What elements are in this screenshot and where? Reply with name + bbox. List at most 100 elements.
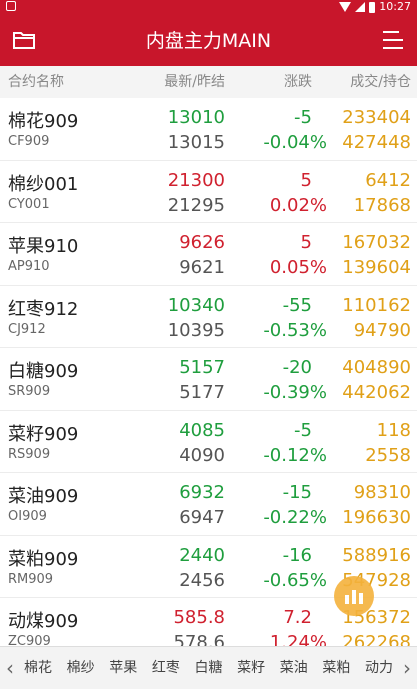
category-tab[interactable]: 菜粕 <box>322 647 350 689</box>
page-title: 内盘主力MAIN <box>145 30 272 52</box>
prev-settle: 10395 <box>167 319 225 341</box>
last-price: 4085 <box>179 419 225 441</box>
contract-name: 白糖909 <box>8 361 79 382</box>
contract-name: 棉纱001 <box>8 173 79 195</box>
contract-code: RM909 <box>8 571 54 587</box>
prev-settle: 4090 <box>179 444 225 466</box>
signal-icon <box>355 2 366 12</box>
contract-code: ZC909 <box>8 634 51 646</box>
col-volume[interactable]: 成交/持仓 <box>350 66 411 98</box>
category-tab[interactable]: 红枣 <box>152 647 180 689</box>
category-tab[interactable]: 菜油 <box>280 647 308 689</box>
col-price[interactable]: 最新/昨结 <box>164 66 225 98</box>
open-interest: 262268 <box>342 632 411 646</box>
volume: 233404 <box>342 107 411 128</box>
volume: 588916 <box>342 544 411 566</box>
category-tab[interactable]: 棉花 <box>24 647 52 689</box>
quote-row[interactable]: 红枣912 CJ912 10340 10395 -55 -0.53% 110162 94790 <box>0 285 417 348</box>
contract-code: OI909 <box>8 509 47 524</box>
category-tab[interactable]: 白糖 <box>195 647 223 689</box>
quote-row[interactable]: 菜籽909 RS909 4085 4090 -5 -0.12% 118 2558 <box>0 410 417 473</box>
contract-name: 动煤909 <box>8 611 79 632</box>
contract-code: SR909 <box>8 384 51 399</box>
last-price: 13010 <box>167 107 225 128</box>
category-tab[interactable]: 苹果 <box>109 647 137 689</box>
quote-row[interactable]: 菜油909 OI909 6932 6947 -15 -0.22% 98310 196630 <box>0 473 417 536</box>
prev-settle: 13015 <box>167 132 225 153</box>
contract-name: 菜油909 <box>8 486 79 507</box>
col-change[interactable]: 涨跌 <box>284 66 312 98</box>
col-name[interactable]: 合约名称 <box>8 66 64 98</box>
percent-change: -0.39% <box>263 382 327 403</box>
notification-icon <box>6 1 16 11</box>
percent-change: 0.02% <box>269 194 327 216</box>
open-interest: 196630 <box>342 507 411 528</box>
price-change: -55 <box>282 294 312 316</box>
contract-name: 苹果910 <box>8 236 79 257</box>
last-price: 21300 <box>167 169 225 191</box>
price-change: 7.2 <box>283 607 312 628</box>
column-header: 合约名称 最新/昨结 涨跌 成交/持仓 <box>0 66 417 98</box>
last-price: 9626 <box>179 232 225 253</box>
price-change: -5 <box>294 419 312 441</box>
category-tab[interactable]: 棉纱 <box>67 647 95 689</box>
price-change: -20 <box>282 357 312 378</box>
wifi-icon <box>339 2 352 12</box>
float-chart-button[interactable] <box>334 576 374 616</box>
prev-settle: 9621 <box>179 257 225 278</box>
open-interest: 139604 <box>342 257 411 278</box>
contract-name: 红枣912 <box>8 298 79 320</box>
prev-settle: 578.6 <box>173 632 225 646</box>
contract-code: CJ912 <box>8 321 46 337</box>
prev-settle: 2456 <box>179 569 225 591</box>
volume: 118 <box>376 419 411 441</box>
volume: 110162 <box>342 294 411 316</box>
volume: 167032 <box>342 232 411 253</box>
volume: 404890 <box>342 357 411 378</box>
percent-change: 1.24% <box>269 632 327 646</box>
quote-row[interactable]: 白糖909 SR909 5157 5177 -20 -0.39% 404890 442062 <box>0 348 417 411</box>
contract-code: RS909 <box>8 446 51 462</box>
chevron-left-icon[interactable]: ‹ <box>0 647 20 689</box>
contract-name: 棉花909 <box>8 111 79 132</box>
prev-settle: 21295 <box>167 194 225 216</box>
percent-change: -0.53% <box>263 319 327 341</box>
status-bar: 10:27 <box>0 0 417 16</box>
open-interest: 17868 <box>353 194 411 216</box>
open-interest: 2558 <box>365 444 411 466</box>
quote-row[interactable]: 棉纱001 CY001 21300 21295 5 0.02% 6412 17868 <box>0 160 417 223</box>
prev-settle: 6947 <box>179 507 225 528</box>
contract-code: AP910 <box>8 259 50 274</box>
prev-settle: 5177 <box>179 382 225 403</box>
last-price: 5157 <box>179 357 225 378</box>
battery-icon <box>369 1 376 13</box>
quote-list[interactable]: 棉花909 CF909 13010 13015 -5 -0.04% 233404 427448… <box>0 98 417 646</box>
price-change: -5 <box>294 107 312 128</box>
volume: 98310 <box>353 482 411 503</box>
percent-change: -0.12% <box>263 444 327 466</box>
contract-code: CF909 <box>8 134 50 149</box>
open-interest: 94790 <box>353 319 411 341</box>
open-interest: 442062 <box>342 382 411 403</box>
category-tabbar: ‹ 棉花 棉纱 苹果 红枣 白糖 菜籽 菜油 菜粕 动力 › <box>0 646 417 689</box>
category-tabs: 棉花 棉纱 苹果 红枣 白糖 菜籽 菜油 菜粕 动力 <box>20 647 397 689</box>
open-interest: 427448 <box>342 132 411 153</box>
app-header: 内盘主力MAIN <box>0 16 417 66</box>
category-tab[interactable]: 菜籽 <box>237 647 265 689</box>
quote-row[interactable]: 苹果910 AP910 9626 9621 5 0.05% 167032 139604 <box>0 223 417 286</box>
price-change: -16 <box>282 544 312 566</box>
price-change: 5 <box>300 169 312 191</box>
status-time: 10:27 <box>379 0 411 13</box>
quote-row[interactable]: 棉花909 CF909 13010 13015 -5 -0.04% 233404 427448 <box>0 98 417 161</box>
chart-icon <box>345 590 363 604</box>
percent-change: -0.22% <box>263 507 327 528</box>
category-tab[interactable]: 动力 <box>365 647 393 689</box>
percent-change: -0.65% <box>263 569 327 591</box>
last-price: 2440 <box>179 544 225 566</box>
contract-name: 菜粕909 <box>8 548 79 570</box>
percent-change: 0.05% <box>269 257 327 278</box>
status-icons: 10:27 <box>339 1 411 13</box>
volume: 6412 <box>365 169 411 191</box>
chevron-right-icon[interactable]: › <box>397 647 417 689</box>
menu-icon[interactable] <box>381 29 405 51</box>
